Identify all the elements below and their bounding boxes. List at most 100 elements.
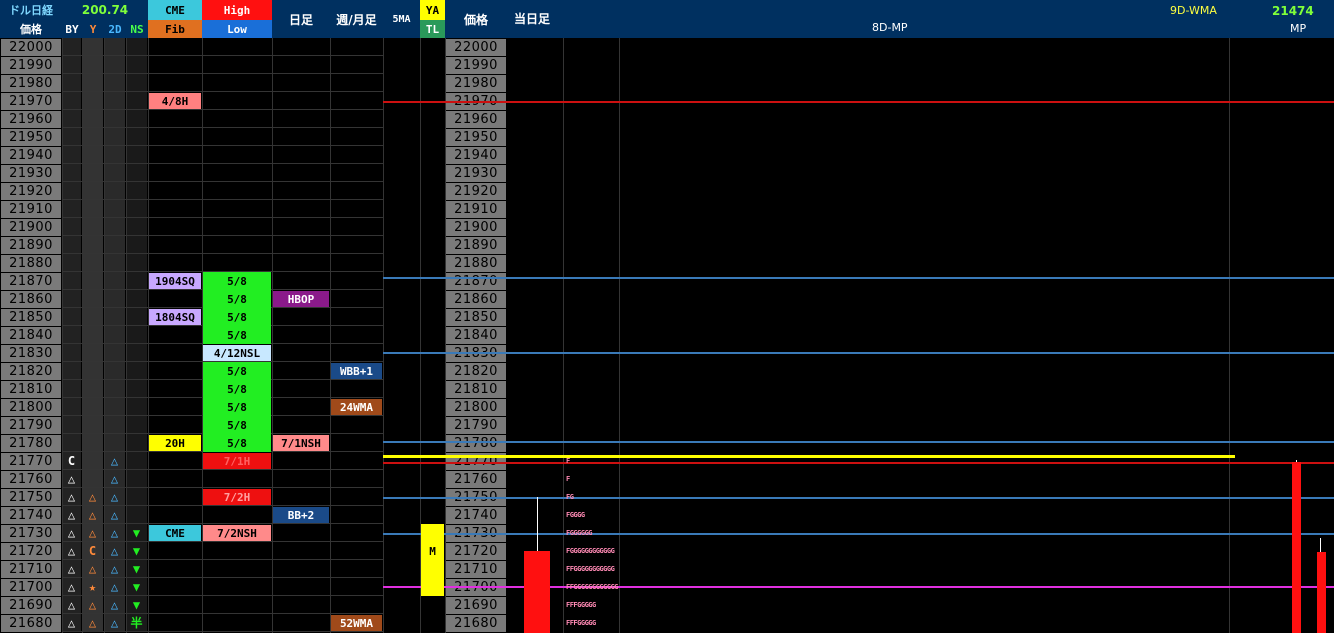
2d-signal: [104, 110, 125, 127]
mp-value: 21474: [1272, 4, 1314, 18]
ns-signal: [126, 236, 147, 253]
y-signal: △: [82, 560, 103, 577]
price-cell: 21820: [1, 363, 61, 380]
2d-signal: [104, 308, 125, 325]
y-signal: [82, 218, 103, 235]
high-header: High: [202, 0, 272, 20]
column-divider: [383, 38, 384, 633]
ns-signal: [126, 398, 147, 415]
price-cell-right: 21980: [446, 75, 506, 92]
price-cell-right: 21790: [446, 417, 506, 434]
y-signal: [82, 74, 103, 91]
price-cell: 21860: [1, 291, 61, 308]
by-signal: △: [62, 614, 81, 631]
price-cell-right: 21930: [446, 165, 506, 182]
y-signal: [82, 452, 103, 469]
by-signal: [62, 128, 81, 145]
ns-signal: [126, 92, 147, 109]
2d-signal: [104, 182, 125, 199]
ns-signal: [126, 200, 147, 217]
ns-signal: [126, 506, 147, 523]
daily-label: BB+2: [273, 507, 329, 523]
y-signal: △: [82, 488, 103, 505]
today-header: 当日足: [514, 12, 551, 26]
2d-signal: [104, 38, 125, 55]
tpo-row: FGGGGGGGGGGGG: [566, 547, 615, 555]
price-cell: 21930: [1, 165, 61, 182]
2d-signal: [104, 236, 125, 253]
y-signal: [82, 380, 103, 397]
hl-label: 7/2H: [203, 489, 271, 505]
ya-block: [421, 524, 444, 596]
price-cell: 21890: [1, 237, 61, 254]
tpo-row: F: [566, 475, 570, 483]
by-signal: △: [62, 506, 81, 523]
by-signal: [62, 290, 81, 307]
y-signal: [82, 470, 103, 487]
y-signal: [82, 56, 103, 73]
tpo-row: FFGGGGGGGGGGG: [566, 565, 615, 573]
y-signal: [82, 272, 103, 289]
hl-label: 7/2NSH: [203, 525, 271, 541]
price-cell-right: 21910: [446, 201, 506, 218]
price-cell-right: 21940: [446, 147, 506, 164]
by-signal: △: [62, 578, 81, 595]
2d-signal: [104, 146, 125, 163]
hl-label: 5/8: [227, 310, 247, 324]
price-cell: 21950: [1, 129, 61, 146]
ns-signal: ▼: [126, 596, 147, 613]
y-signal: [82, 416, 103, 433]
tpo-row: FFFGGGGG: [566, 601, 596, 609]
2d-signal: [104, 398, 125, 415]
price-header-2: 価格: [445, 0, 507, 38]
resistance-line-red: [383, 101, 1334, 103]
2d-signal: △: [104, 614, 125, 631]
by-signal: [62, 110, 81, 127]
price-cell: 21960: [1, 111, 61, 128]
price-cell-right: 21780: [446, 435, 506, 452]
ns-signal: [126, 128, 147, 145]
by-signal: [62, 200, 81, 217]
price-cell-right: 21820: [446, 363, 506, 380]
mp-bar: [1317, 552, 1326, 633]
price-cell-right: 21810: [446, 381, 506, 398]
ns-signal: [126, 416, 147, 433]
y-signal: [82, 344, 103, 361]
price-cell-right: 21850: [446, 309, 506, 326]
by-signal: [62, 344, 81, 361]
2d-signal: △: [104, 596, 125, 613]
cme-label: 4/8H: [149, 93, 201, 109]
price-cell: 21840: [1, 327, 61, 344]
hl-label: 5/8: [227, 292, 247, 306]
rate-value: 200.74: [62, 0, 148, 20]
price-cell-right: 21690: [446, 597, 506, 614]
price-cell: 21800: [1, 399, 61, 416]
ns-signal: ▼: [126, 560, 147, 577]
by-signal: △: [62, 560, 81, 577]
daily-header: 日足: [272, 0, 330, 38]
2d-signal: △: [104, 470, 125, 487]
by-signal: [62, 416, 81, 433]
hl-label: 5/8: [227, 400, 247, 414]
chart-divider: [563, 38, 564, 633]
price-cell: 21710: [1, 561, 61, 578]
hl-label: 5/8: [227, 274, 247, 288]
level-line-blue: [383, 533, 1334, 535]
ns-signal: [126, 380, 147, 397]
2d-signal: △: [104, 506, 125, 523]
price-cell-right: 21880: [446, 255, 506, 272]
price-cell-right: 21900: [446, 219, 506, 236]
y-signal: △: [82, 506, 103, 523]
ns-header: NS: [126, 20, 148, 38]
y-signal: [82, 200, 103, 217]
price-cell-right: 21680: [446, 615, 506, 632]
by-signal: △: [62, 596, 81, 613]
by-signal: △: [62, 542, 81, 559]
by-signal: [62, 326, 81, 343]
price-cell-right: 21840: [446, 327, 506, 344]
cme-label: 1904SQ: [149, 273, 201, 289]
cme-label: 1804SQ: [149, 309, 201, 325]
ya-label: M: [429, 544, 436, 558]
9d-wma-header: 9D-WMA: [1170, 4, 1217, 17]
2d-signal: [104, 344, 125, 361]
